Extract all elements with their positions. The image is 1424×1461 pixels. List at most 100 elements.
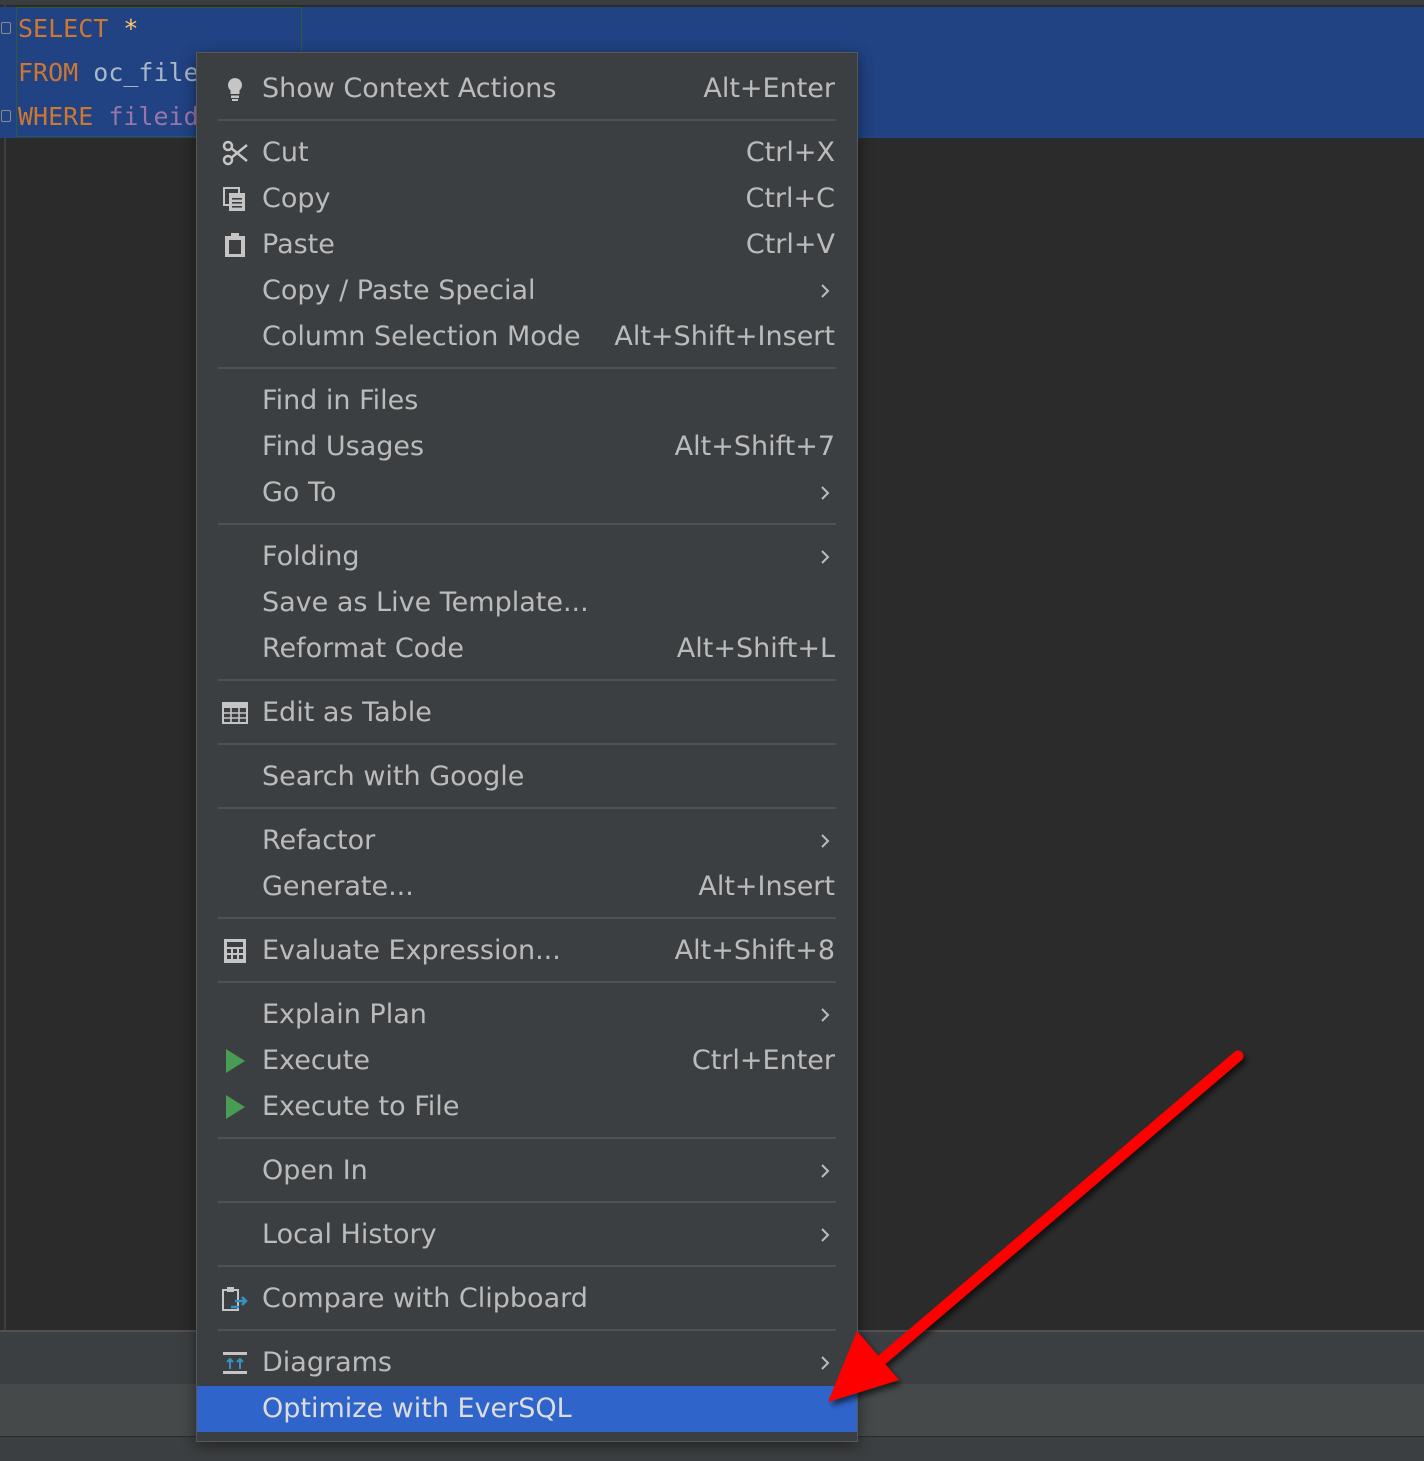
menu-item-label: Open In: [262, 1155, 368, 1186]
menu-item-find-in-files[interactable]: Find in Files: [197, 378, 857, 424]
sql-column-name: fileid: [108, 102, 199, 131]
menu-item-shortcut: Ctrl+Enter: [691, 1045, 835, 1076]
chevron-right-icon: [817, 1163, 833, 1179]
menu-separator: [218, 1329, 836, 1331]
menu-item-generate[interactable]: Generate... Alt+Insert: [197, 864, 857, 910]
menu-item-copy-paste-special[interactable]: Copy / Paste Special: [197, 268, 857, 314]
menu-item-label: Column Selection Mode: [262, 321, 581, 352]
menu-item-save-as-live-template[interactable]: Save as Live Template...: [197, 580, 857, 626]
menu-item-label: Copy / Paste Special: [262, 275, 536, 306]
editor-context-menu: Show Context Actions Alt+Enter Cut Ctrl+X Co…: [196, 52, 858, 1442]
menu-item-label: Edit as Table: [262, 697, 432, 728]
editor-gutter: [4, 5, 6, 1330]
menu-item-label: Search with Google: [262, 761, 525, 792]
lightbulb-icon: [221, 75, 249, 103]
chevron-right-icon: [817, 833, 833, 849]
sql-table-name: oc_file: [93, 58, 199, 87]
menu-item-label: Explain Plan: [262, 999, 427, 1030]
play-icon: [221, 1047, 249, 1075]
menu-separator: [218, 743, 836, 745]
menu-item-search-with-google[interactable]: Search with Google: [197, 754, 857, 800]
menu-separator: [218, 679, 836, 681]
menu-item-shortcut: Alt+Shift+L: [676, 633, 835, 664]
menu-item-show-context-actions[interactable]: Show Context Actions Alt+Enter: [197, 66, 857, 112]
chevron-right-icon: [817, 1227, 833, 1243]
menu-item-shortcut: Ctrl+X: [745, 137, 835, 168]
menu-item-label: Diagrams: [262, 1347, 392, 1378]
menu-item-label: Save as Live Template...: [262, 587, 589, 618]
menu-separator: [218, 917, 836, 919]
chevron-right-icon: [817, 485, 833, 501]
menu-item-label: Show Context Actions: [262, 73, 557, 104]
menu-separator: [218, 119, 836, 121]
menu-item-label: Find Usages: [262, 431, 425, 462]
chevron-right-icon: [817, 1007, 833, 1023]
menu-item-go-to[interactable]: Go To: [197, 470, 857, 516]
fold-marker-icon[interactable]: [1, 22, 11, 34]
menu-separator: [218, 807, 836, 809]
menu-item-label: Folding: [262, 541, 360, 572]
menu-item-find-usages[interactable]: Find Usages Alt+Shift+7: [197, 424, 857, 470]
fold-marker-icon[interactable]: [1, 110, 11, 122]
menu-separator: [218, 523, 836, 525]
menu-item-compare-with-clipboard[interactable]: Compare with Clipboard: [197, 1276, 857, 1322]
menu-item-label: Go To: [262, 477, 337, 508]
code-line-1[interactable]: SELECT *: [18, 7, 138, 51]
play-icon: [221, 1093, 249, 1121]
code-line-2[interactable]: FROM oc_file: [18, 51, 199, 95]
menu-item-optimize-with-eversql[interactable]: Optimize with EverSQL: [197, 1386, 857, 1432]
menu-item-shortcut: Alt+Shift+7: [674, 431, 835, 462]
menu-item-shortcut: Alt+Insert: [698, 871, 835, 902]
menu-item-label: Execute: [262, 1045, 370, 1076]
menu-item-label: Copy: [262, 183, 331, 214]
menu-item-label: Evaluate Expression...: [262, 935, 561, 966]
menu-item-label: Optimize with EverSQL: [262, 1393, 572, 1424]
sql-star: *: [123, 14, 139, 43]
menu-item-edit-as-table[interactable]: Edit as Table: [197, 690, 857, 736]
menu-item-copy[interactable]: Copy Ctrl+C: [197, 176, 857, 222]
menu-item-shortcut: Alt+Shift+8: [674, 935, 835, 966]
menu-item-label: Execute to File: [262, 1091, 460, 1122]
menu-item-execute[interactable]: Execute Ctrl+Enter: [197, 1038, 857, 1084]
menu-separator: [218, 1137, 836, 1139]
clipboard-icon: [221, 231, 249, 259]
menu-item-label: Compare with Clipboard: [262, 1283, 588, 1314]
menu-item-execute-to-file[interactable]: Execute to File: [197, 1084, 857, 1130]
menu-item-shortcut: Alt+Shift+Insert: [614, 321, 835, 352]
sql-keyword: SELECT: [18, 14, 109, 43]
menu-separator: [218, 1265, 836, 1267]
menu-item-shortcut: Alt+Enter: [703, 73, 835, 104]
menu-item-evaluate-expression[interactable]: Evaluate Expression... Alt+Shift+8: [197, 928, 857, 974]
menu-item-paste[interactable]: Paste Ctrl+V: [197, 222, 857, 268]
menu-item-label: Generate...: [262, 871, 414, 902]
menu-item-folding[interactable]: Folding: [197, 534, 857, 580]
menu-item-refactor[interactable]: Refactor: [197, 818, 857, 864]
menu-item-label: Reformat Code: [262, 633, 464, 664]
chevron-right-icon: [817, 1355, 833, 1371]
editor-top-border: [0, 0, 1424, 5]
menu-item-label: Local History: [262, 1219, 437, 1250]
sql-keyword: WHERE: [18, 102, 94, 131]
compare-clipboard-icon: [221, 1285, 249, 1313]
menu-item-cut[interactable]: Cut Ctrl+X: [197, 130, 857, 176]
chevron-right-icon: [817, 549, 833, 565]
menu-item-reformat-code[interactable]: Reformat Code Alt+Shift+L: [197, 626, 857, 672]
menu-item-shortcut: Ctrl+V: [745, 229, 835, 260]
menu-item-label: Refactor: [262, 825, 376, 856]
menu-item-label: Find in Files: [262, 385, 419, 416]
menu-item-shortcut: Ctrl+C: [745, 183, 835, 214]
code-line-3[interactable]: WHERE fileid: [18, 95, 199, 139]
sql-keyword: FROM: [18, 58, 79, 87]
menu-item-local-history[interactable]: Local History: [197, 1212, 857, 1258]
menu-separator: [218, 367, 836, 369]
menu-item-open-in[interactable]: Open In: [197, 1148, 857, 1194]
chevron-right-icon: [817, 283, 833, 299]
menu-item-diagrams[interactable]: Diagrams: [197, 1340, 857, 1386]
menu-item-explain-plan[interactable]: Explain Plan: [197, 992, 857, 1038]
menu-separator: [218, 1201, 836, 1203]
table-icon: [221, 699, 249, 727]
menu-separator: [218, 981, 836, 983]
calculator-icon: [221, 937, 249, 965]
menu-item-column-selection-mode[interactable]: Column Selection Mode Alt+Shift+Insert: [197, 314, 857, 360]
menu-item-label: Cut: [262, 137, 309, 168]
